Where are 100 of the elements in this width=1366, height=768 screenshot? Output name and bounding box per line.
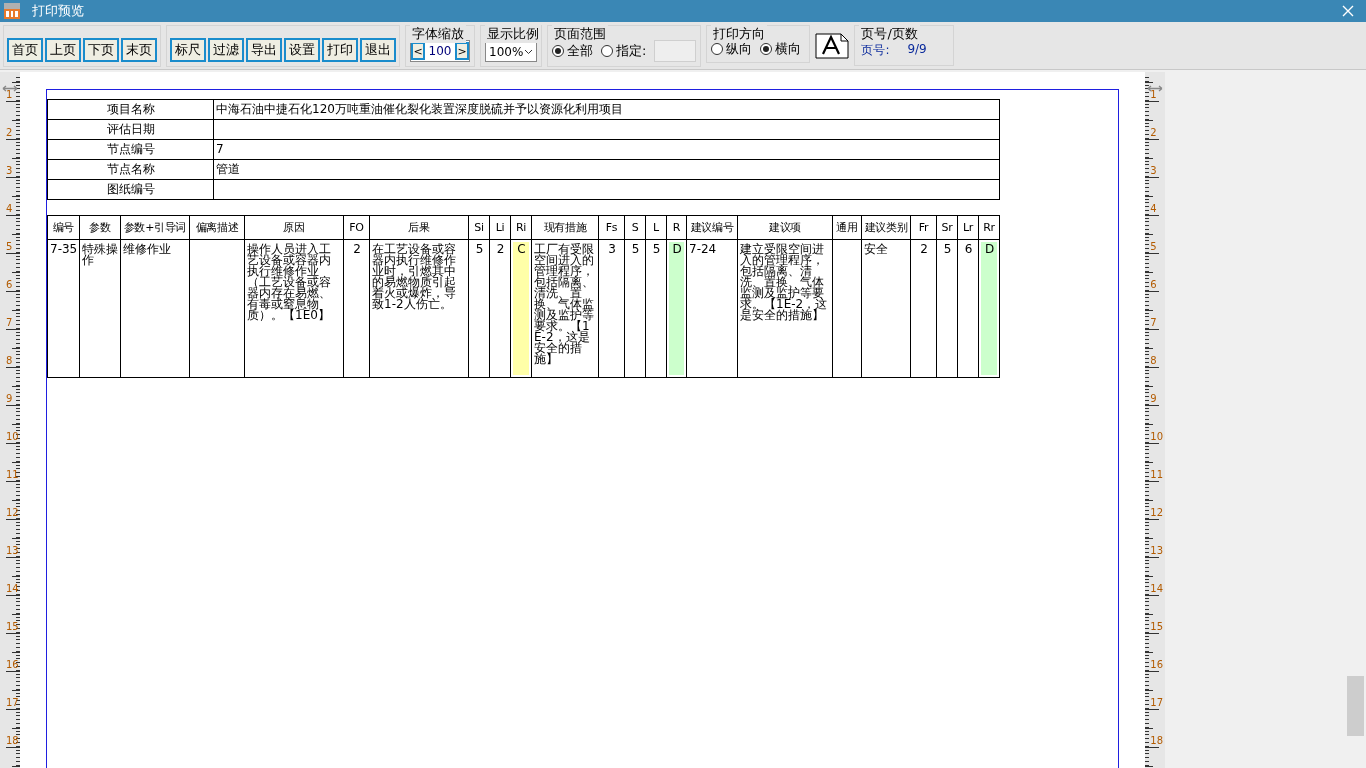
- column-header: 后果: [369, 215, 469, 240]
- ruler-number: 14: [1150, 583, 1163, 594]
- table-cell: 2: [910, 239, 937, 378]
- table-cell: 特殊操作: [79, 239, 121, 378]
- radio-label: 横向: [775, 40, 802, 58]
- column-header: Ri: [510, 215, 532, 240]
- table-cell: 5: [468, 239, 490, 378]
- ruler-number: 11: [6, 469, 19, 480]
- group-label: 打印方向: [711, 25, 768, 43]
- resize-arrow-icon[interactable]: [1147, 85, 1163, 92]
- nav-button[interactable]: 上页: [45, 38, 81, 62]
- table-cell: 2: [489, 239, 511, 378]
- ruler-number: 1: [6, 89, 13, 100]
- chevron-down-icon: [524, 49, 533, 55]
- ruler-number: 18: [1150, 735, 1163, 746]
- radio-label: 指定:: [616, 42, 647, 60]
- field-label: 节点名称: [47, 159, 214, 180]
- ruler-number: 5: [6, 241, 13, 252]
- column-header: S: [624, 215, 646, 240]
- toolbar-button[interactable]: 设置: [284, 38, 320, 62]
- radio-label: 纵向: [726, 40, 753, 58]
- ruler-number: 3: [6, 165, 13, 176]
- column-header: 通用: [832, 215, 862, 240]
- table-cell: 5: [645, 239, 667, 378]
- ruler-number: 3: [1150, 165, 1157, 176]
- ruler-number: 10: [6, 431, 19, 442]
- ruler-number: 2: [6, 127, 13, 138]
- nav-button[interactable]: 首页: [7, 38, 43, 62]
- nav-button[interactable]: 下页: [83, 38, 119, 62]
- page-range-field[interactable]: [654, 40, 697, 62]
- ruler-number: 13: [1150, 545, 1163, 556]
- table-cell: 安全: [861, 239, 911, 378]
- column-header: Si: [468, 215, 490, 240]
- scrollbar-thumb[interactable]: [1347, 676, 1364, 736]
- ruler-number: 7: [1150, 317, 1157, 328]
- ruler-number: 5: [1150, 241, 1157, 252]
- ruler-number: 9: [1150, 393, 1157, 404]
- table-cell: 工厂有受限空间进入的管理程序，包括隔离、清洗、置换、气体监测及监护等要求。【1E-2，这是安全的措施】: [531, 239, 599, 378]
- radio-button[interactable]: [711, 43, 724, 55]
- ruler-number: 17: [6, 697, 19, 708]
- ruler-number: 4: [6, 203, 13, 214]
- field-label: 项目名称: [47, 99, 214, 120]
- column-header: 原因: [244, 215, 344, 240]
- table-cell: 6: [957, 239, 979, 378]
- ruler-number: 1: [1150, 89, 1157, 100]
- toolbar-button[interactable]: 过滤: [208, 38, 244, 62]
- window-title: 打印预览: [32, 2, 85, 20]
- table-cell: 建立受限空间进入的管理程序，包括隔离、清洗、置换、气体监测及监护等要求。【1E-2，这是安全的措施】: [737, 239, 833, 378]
- ruler-number: 12: [6, 507, 19, 518]
- column-header: 编号: [47, 215, 80, 240]
- column-header: Li: [489, 215, 511, 240]
- ruler-number: 15: [1150, 621, 1163, 632]
- column-header: R: [666, 215, 687, 240]
- table-cell: 3: [598, 239, 625, 378]
- ruler-number: 8: [1150, 355, 1157, 366]
- ruler-number: 9: [6, 393, 13, 404]
- table-cell: 5: [624, 239, 646, 378]
- toolbar-button[interactable]: 标尺: [170, 38, 206, 62]
- column-header: Fr: [910, 215, 937, 240]
- ruler-number: 7: [6, 317, 13, 328]
- group-label: 字体缩放: [410, 25, 466, 43]
- radio-button[interactable]: [760, 43, 773, 55]
- table-cell: 7-35: [47, 239, 80, 378]
- nav-button[interactable]: 末页: [121, 38, 157, 62]
- radio-button[interactable]: [552, 45, 564, 57]
- radio-label: 全部: [567, 42, 593, 60]
- close-icon[interactable]: [1342, 5, 1354, 17]
- column-header: Fs: [598, 215, 625, 240]
- column-header: Sr: [936, 215, 958, 240]
- column-header: 建议类别: [861, 215, 911, 240]
- table-cell: 5: [936, 239, 958, 378]
- ruler-number: 4: [1150, 203, 1157, 214]
- app-icon: [4, 3, 20, 19]
- increase-button[interactable]: >: [455, 42, 469, 60]
- toolbar-button[interactable]: 导出: [246, 38, 282, 62]
- column-header: 偏离描述: [189, 215, 245, 240]
- toolbar-button[interactable]: 打印: [322, 38, 358, 62]
- group-label: 页面范围: [552, 25, 608, 43]
- ruler-number: 2: [1150, 127, 1157, 138]
- resize-arrow-icon[interactable]: [2, 85, 18, 92]
- ruler-number: 16: [1150, 659, 1163, 670]
- table-cell: 2: [343, 239, 370, 378]
- spinner-value: 100: [427, 44, 453, 58]
- column-header: Rr: [978, 215, 1000, 240]
- zoom-dropdown[interactable]: 100%: [485, 42, 537, 62]
- ruler-number: 10: [1150, 431, 1163, 442]
- column-header: 参数: [79, 215, 121, 240]
- table-cell: 7-24: [686, 239, 738, 378]
- table-cell: 操作人员进入工艺设备或容器内执行维修作业（工艺设备或容器内存在易燃、有毒或窒息物质）。【1E0】: [244, 239, 344, 378]
- page-orientation-icon: [815, 33, 850, 59]
- radio-button[interactable]: [601, 45, 613, 57]
- ruler-number: 15: [6, 621, 19, 632]
- column-header: 现有措施: [531, 215, 599, 240]
- toolbar-button[interactable]: 退出: [360, 38, 396, 62]
- table-cell: 在工艺设备或容器内执行维修作业时，引燃其中的易燃物质引起着火或爆炸，导致1-2人伤亡。: [369, 239, 469, 378]
- ruler-number: 6: [6, 279, 13, 290]
- field-label: 图纸编号: [47, 179, 214, 200]
- ruler-number: 17: [1150, 697, 1163, 708]
- field-label: 节点编号: [47, 139, 214, 160]
- ruler-number: 13: [6, 545, 19, 556]
